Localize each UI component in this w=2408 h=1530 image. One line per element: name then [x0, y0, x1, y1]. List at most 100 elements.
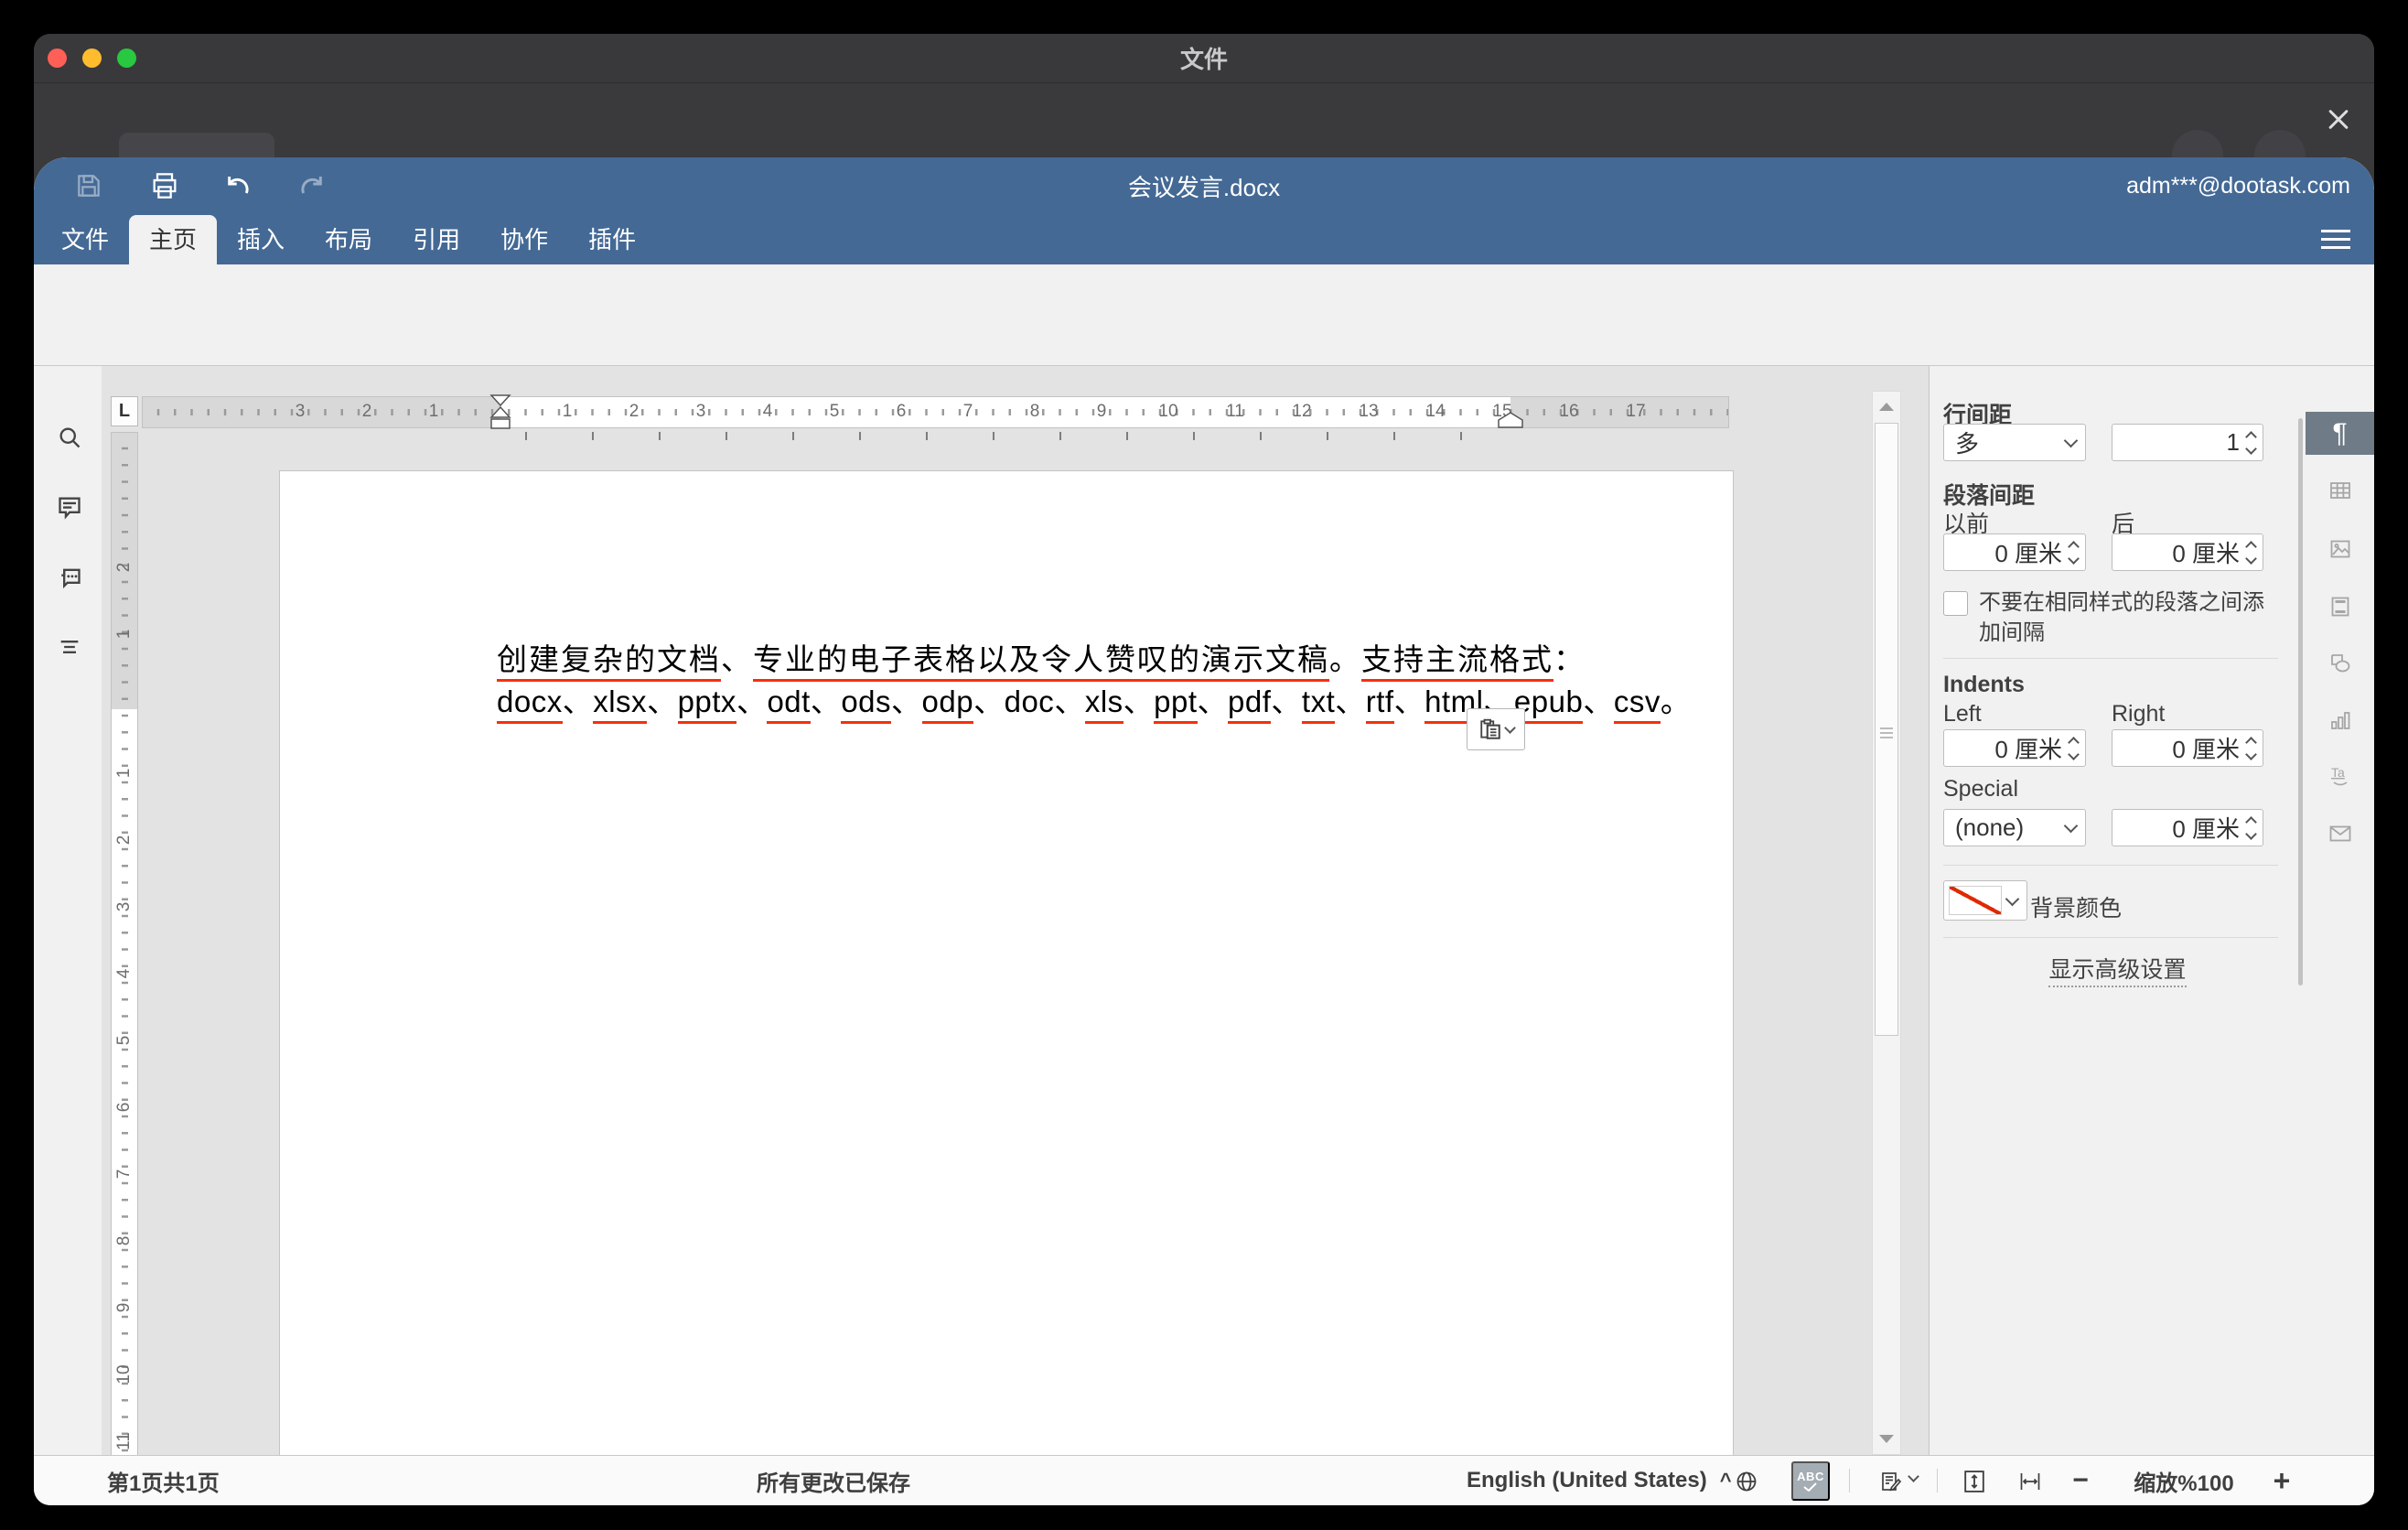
left-sidebar	[34, 366, 102, 1455]
line-spacing-value-spinner[interactable]: 1	[2112, 424, 2263, 461]
text: 、	[1271, 684, 1302, 721]
document-editor: 会议发言.docx adm***@dootask.com 文件主页插入布局引用协…	[34, 157, 2374, 1505]
document-area: L 3211234567891011121314151617	[102, 366, 1929, 1455]
background-color-picker[interactable]	[1943, 880, 2027, 921]
tab-协作[interactable]: 协作	[480, 215, 568, 264]
scroll-down-icon[interactable]	[1879, 1435, 1894, 1443]
text: 、	[1394, 684, 1425, 721]
ruler-number: 2	[356, 402, 378, 422]
divider	[1943, 937, 2278, 938]
chart-settings-icon[interactable]	[2324, 705, 2357, 738]
navigation-headings-icon[interactable]	[51, 629, 88, 665]
ruler-number: 2	[623, 402, 645, 422]
comments-icon[interactable]	[51, 489, 88, 525]
misspelled-text: rtf	[1366, 684, 1394, 724]
text: 、	[973, 684, 1005, 721]
ruler-number: 1	[423, 402, 445, 422]
ribbon-tabs: 文件主页插入布局引用协作插件	[41, 215, 656, 264]
app-window: 文件 会议发言.docx	[34, 34, 2374, 1505]
background-color-label: 背景颜色	[2030, 890, 2122, 923]
ruler-number: 7	[957, 402, 979, 422]
misspelled-text: odt	[767, 684, 810, 724]
table-settings-icon[interactable]	[2324, 474, 2357, 507]
same-style-spacing-checkbox[interactable]	[1943, 591, 1968, 616]
show-advanced-settings-link[interactable]: 显示高级设置	[1930, 952, 2306, 985]
text: 、	[1583, 684, 1614, 721]
ruler-number: 1	[556, 402, 578, 422]
ruler-number: 5	[823, 402, 845, 422]
header-footer-settings-icon[interactable]	[2324, 590, 2357, 623]
spell-check-toggle-icon[interactable]: ABC	[1791, 1461, 1830, 1501]
tab-插入[interactable]: 插入	[217, 215, 305, 264]
default-tab-stops	[525, 432, 1467, 440]
tab-stop-selector[interactable]: L	[111, 396, 138, 426]
spacing-before-spinner[interactable]: 0 厘米	[1943, 533, 2086, 571]
first-line-indent-marker[interactable]	[489, 394, 512, 429]
indent-left-spinner[interactable]: 0 厘米	[1943, 729, 2086, 767]
misspelled-text: ppt	[1154, 684, 1197, 724]
misspelled-text: 专业的电子表格以及令人赞叹的演示文稿	[753, 642, 1329, 682]
fit-page-icon[interactable]	[1958, 1465, 1991, 1498]
divider	[1937, 1469, 1938, 1492]
search-icon[interactable]	[51, 419, 88, 456]
paste-options-button[interactable]	[1467, 708, 1525, 750]
divider	[1849, 1469, 1850, 1492]
text: 、	[647, 684, 678, 721]
track-changes-arrow[interactable]	[1909, 1472, 1927, 1484]
right-indent-marker[interactable]	[1498, 412, 1523, 428]
no-color-swatch	[1949, 886, 2002, 915]
vertical-ruler[interactable]: 211234567891011	[111, 432, 138, 1455]
set-document-language-globe-icon[interactable]	[1730, 1465, 1763, 1498]
tab-引用[interactable]: 引用	[392, 215, 480, 264]
scroll-up-icon[interactable]	[1879, 403, 1894, 411]
status-bar: 第1页共1页 所有更改已保存 English (United States) ^…	[34, 1455, 2374, 1505]
tab-布局[interactable]: 布局	[305, 215, 392, 264]
panel-scrollbar[interactable]	[2298, 418, 2303, 986]
screen: 文件 会议发言.docx	[0, 0, 2408, 1530]
special-select[interactable]: (none)	[1943, 809, 2086, 846]
tab-文件[interactable]: 文件	[41, 215, 129, 264]
tab-插件[interactable]: 插件	[568, 215, 656, 264]
fit-width-icon[interactable]	[2014, 1465, 2047, 1498]
page-indicator[interactable]: 第1页共1页	[107, 1456, 220, 1505]
editor-header: 会议发言.docx adm***@dootask.com 文件主页插入布局引用协…	[34, 157, 2374, 264]
indent-right-label: Right	[2112, 701, 2165, 727]
special-amount-spinner[interactable]: 0 厘米	[2112, 809, 2263, 846]
indent-left-label: Left	[1943, 701, 1982, 727]
ruler-number: 4	[757, 402, 779, 422]
language-selector[interactable]: English (United States) ^	[1467, 1456, 1732, 1505]
tab-主页[interactable]: 主页	[129, 215, 217, 264]
vertical-scrollbar[interactable]	[1872, 391, 1901, 1455]
spacing-after-spinner[interactable]: 0 厘米	[2112, 533, 2263, 571]
svg-text:Ta: Ta	[2331, 765, 2345, 780]
ruler-number: 2	[114, 556, 136, 578]
text: 、	[1198, 684, 1229, 721]
ruler-number: 13	[1358, 402, 1380, 422]
image-settings-icon[interactable]	[2324, 533, 2357, 566]
indent-right-spinner[interactable]: 0 厘米	[2112, 729, 2263, 767]
mail-merge-settings-icon[interactable]	[2324, 817, 2357, 850]
zoom-level[interactable]: 缩放%100	[2129, 1456, 2239, 1505]
chat-icon[interactable]	[51, 559, 88, 596]
shape-settings-icon[interactable]	[2324, 647, 2357, 680]
ruler-number: 10	[1157, 402, 1179, 422]
track-changes-icon[interactable]	[1875, 1465, 1908, 1498]
text: 、	[811, 684, 842, 721]
ruler-number: 1	[114, 762, 136, 784]
line-spacing-select[interactable]: 多	[1943, 424, 2086, 461]
ruler-number: 3	[289, 402, 311, 422]
zoom-in-button[interactable]: +	[2268, 1456, 2295, 1505]
misspelled-text: 支持主流格式	[1361, 642, 1553, 682]
horizontal-ruler[interactable]: 3211234567891011121314151617	[142, 396, 1729, 428]
misspelled-text: txt	[1302, 684, 1335, 724]
zoom-out-button[interactable]: −	[2067, 1456, 2094, 1505]
paragraph-settings-icon[interactable]: ¶	[2306, 412, 2374, 455]
ruler-number: 4	[114, 963, 136, 985]
document-page[interactable]: 创建复杂的文档、专业的电子表格以及令人赞叹的演示文稿。支持主流格式： docx、…	[280, 471, 1733, 1455]
text: 。	[1329, 642, 1361, 679]
ruler-number: 10	[114, 1363, 136, 1385]
scrollbar-thumb[interactable]	[1875, 423, 1898, 1036]
hamburger-menu-icon[interactable]	[2321, 230, 2350, 250]
close-icon[interactable]	[2320, 102, 2357, 138]
text-art-settings-icon[interactable]: Ta	[2324, 759, 2357, 792]
